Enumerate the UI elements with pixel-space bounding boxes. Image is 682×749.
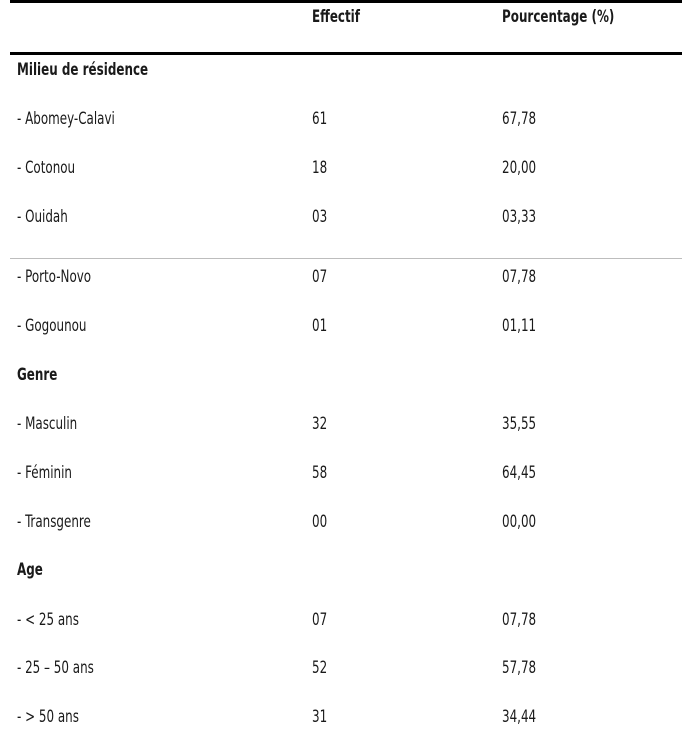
section-title-genre: Genre <box>17 365 58 385</box>
table-top-rule <box>10 0 682 3</box>
row-effectif: 58 <box>312 463 328 483</box>
row-label: - > 50 ans <box>17 707 79 727</box>
row-effectif: 18 <box>312 158 328 178</box>
row-pourcentage: 64,45 <box>502 463 537 483</box>
row-pourcentage: 34,44 <box>502 707 537 727</box>
section-title-residence: Milieu de résidence <box>17 60 149 80</box>
row-effectif: 07 <box>312 267 328 287</box>
row-effectif: 52 <box>312 658 328 678</box>
row-label: - Gogounou <box>17 316 87 336</box>
header-rule <box>10 52 682 55</box>
row-label: - Abomey-Calavi <box>17 109 115 129</box>
row-pourcentage: 01,11 <box>502 316 537 336</box>
row-effectif: 00 <box>312 512 328 532</box>
row-pourcentage: 07,78 <box>502 267 537 287</box>
page-break-rule <box>10 258 682 259</box>
row-label: - Transgenre <box>17 512 91 532</box>
row-pourcentage: 57,78 <box>502 658 537 678</box>
row-pourcentage: 07,78 <box>502 610 537 630</box>
row-label: - Porto-Novo <box>17 267 92 287</box>
row-pourcentage: 20,00 <box>502 158 537 178</box>
row-label: - Masculin <box>17 414 78 434</box>
section-title-age: Age <box>17 560 43 580</box>
row-pourcentage: 00,00 <box>502 512 537 532</box>
row-pourcentage: 67,78 <box>502 109 537 129</box>
data-table: Effectif Pourcentage (%) Milieu de résid… <box>0 0 682 749</box>
row-effectif: 61 <box>312 109 328 129</box>
row-label: - Ouidah <box>17 207 68 227</box>
row-pourcentage: 35,55 <box>502 414 537 434</box>
header-effectif: Effectif <box>312 7 360 27</box>
row-label: - 25 – 50 ans <box>17 658 94 678</box>
row-effectif: 01 <box>312 316 328 336</box>
row-effectif: 31 <box>312 707 328 727</box>
row-effectif: 03 <box>312 207 328 227</box>
row-label: - Cotonou <box>17 158 76 178</box>
row-label: - Féminin <box>17 463 72 483</box>
row-effectif: 07 <box>312 610 328 630</box>
row-effectif: 32 <box>312 414 328 434</box>
row-pourcentage: 03,33 <box>502 207 537 227</box>
header-pourcentage: Pourcentage (%) <box>502 7 615 27</box>
row-label: - < 25 ans <box>17 610 79 630</box>
